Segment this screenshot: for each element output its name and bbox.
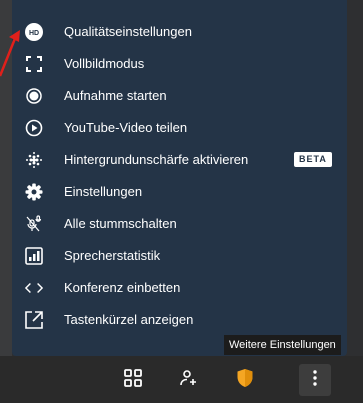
- beta-badge: BETA: [294, 152, 332, 167]
- code-icon: [25, 279, 43, 297]
- fullscreen-icon: [25, 55, 43, 73]
- menu-item-label: Hintergrundunschärfe aktivieren: [64, 152, 249, 167]
- bottom-toolbar: [0, 356, 363, 403]
- invite-icon: [179, 369, 199, 392]
- tile-view-icon: [124, 368, 142, 392]
- menu-item-label: Alle stummschalten: [64, 216, 177, 231]
- external-icon: [25, 311, 43, 329]
- menu-item-label: Konferenz einbetten: [64, 280, 181, 295]
- menu-item-youtube[interactable]: YouTube-Video teilen: [12, 112, 347, 144]
- menu-item-mute-all[interactable]: Alle stummschalten: [12, 208, 347, 240]
- menu-item-label: Einstellungen: [64, 184, 143, 199]
- menu-item-speaker-stats[interactable]: Sprecherstatistik: [12, 240, 347, 272]
- speaker-stats-icon: [25, 247, 43, 265]
- mute-all-icon: [25, 215, 43, 233]
- gear-icon: [25, 183, 43, 201]
- record-icon: [25, 87, 43, 105]
- menu-item-quality[interactable]: HD Qualitätseinstellungen: [12, 16, 347, 48]
- more-actions-icon: [313, 369, 317, 391]
- tooltip: Weitere Einstellungen: [224, 335, 341, 355]
- menu-item-recording[interactable]: Aufnahme starten: [12, 80, 347, 112]
- svg-text:HD: HD: [29, 30, 39, 37]
- menu-item-embed[interactable]: Konferenz einbetten: [12, 272, 347, 304]
- security-shield-icon: [236, 368, 254, 393]
- more-actions-button[interactable]: [299, 364, 331, 396]
- menu-item-label: Qualitätseinstellungen: [64, 24, 192, 39]
- blur-icon: [25, 151, 43, 169]
- menu-item-label: Tastenkürzel anzeigen: [64, 312, 194, 327]
- menu-item-label: Sprecherstatistik: [64, 248, 161, 263]
- annotation-arrow: [0, 30, 20, 77]
- menu-item-fullscreen[interactable]: Vollbildmodus: [12, 48, 347, 80]
- tile-view-button[interactable]: [117, 364, 149, 396]
- menu-item-shortcuts[interactable]: Tastenkürzel anzeigen: [12, 304, 347, 336]
- hd-icon: HD: [25, 23, 43, 41]
- menu-item-label: YouTube-Video teilen: [64, 120, 188, 135]
- menu-item-blur[interactable]: Hintergrundunschärfe aktivieren BETA: [12, 144, 347, 176]
- overflow-menu: HD Qualitätseinstellungen Vollbildmodus …: [12, 0, 347, 356]
- menu-item-label: Aufnahme starten: [64, 88, 167, 103]
- menu-item-label: Vollbildmodus: [64, 56, 145, 71]
- menu-item-settings[interactable]: Einstellungen: [12, 176, 347, 208]
- play-circle-icon: [25, 119, 43, 137]
- security-button[interactable]: [229, 364, 261, 396]
- invite-button[interactable]: [173, 364, 205, 396]
